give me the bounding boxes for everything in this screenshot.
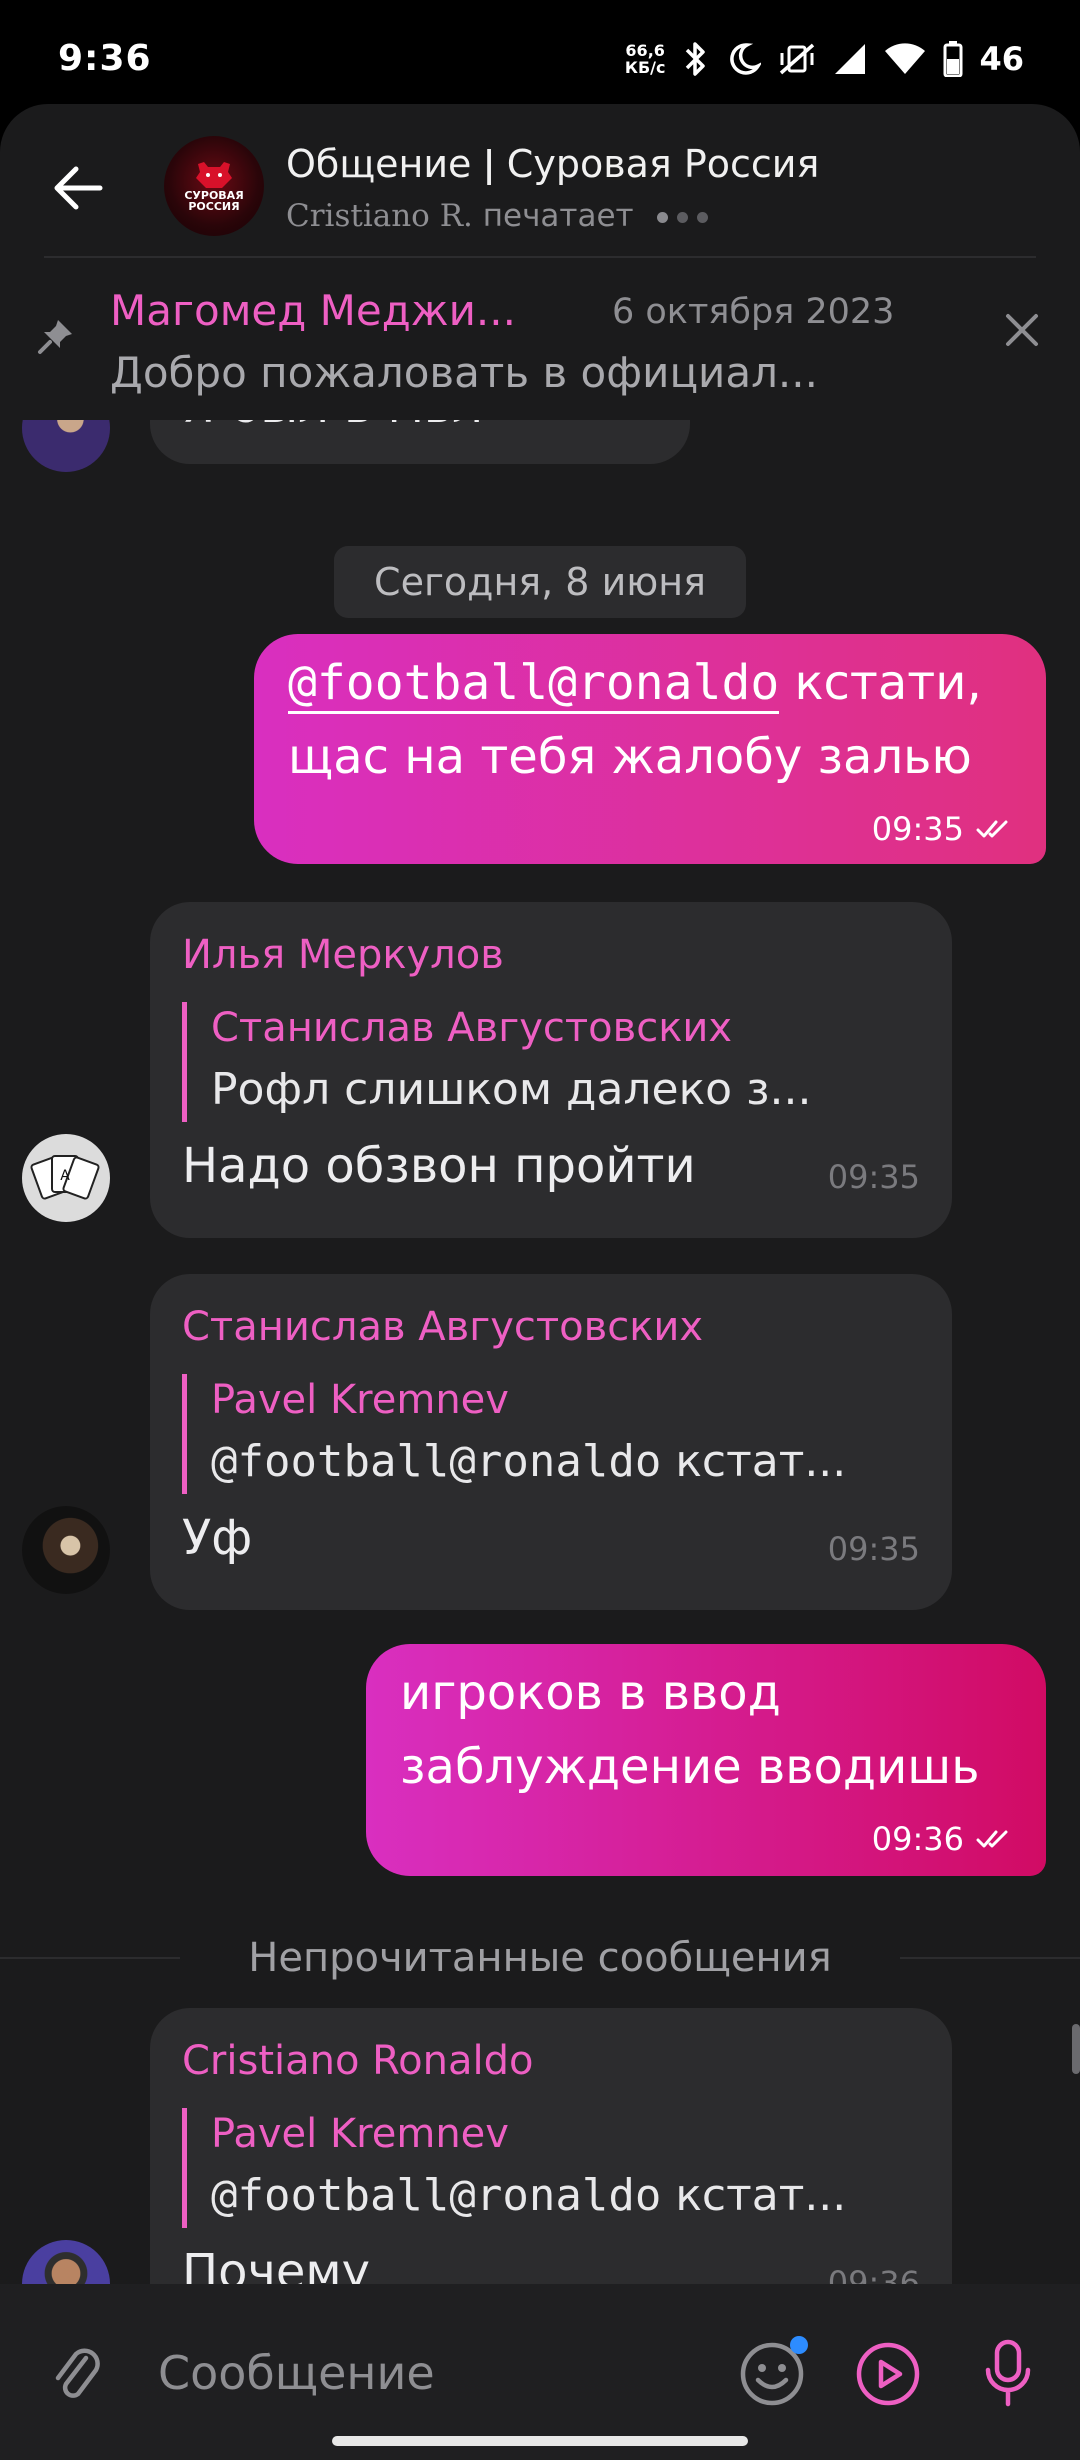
do-not-disturb-moon-icon xyxy=(727,42,762,76)
reply-quote[interactable]: Pavel Kremnev @football@ronaldo кстат... xyxy=(182,1374,922,1494)
message-bubble-partial[interactable]: Я был в мвл xyxy=(150,420,690,464)
message-text: Уф xyxy=(182,1510,253,1566)
reply-quote[interactable]: Станислав Августовских Рофл слишком дале… xyxy=(182,1002,922,1122)
reply-text-rest: кстат... xyxy=(661,2170,847,2221)
message-bubble-incoming[interactable]: Станислав Августовских Pavel Kremnev @fo… xyxy=(150,1274,952,1610)
double-check-icon xyxy=(976,820,1008,838)
reply-author: Станислав Августовских xyxy=(211,1005,733,1051)
typing-dots-icon xyxy=(657,212,709,223)
reply-text: @football@ronaldo кстат... xyxy=(211,2166,922,2226)
typing-status: Cristiano R. печатает xyxy=(286,198,709,234)
unread-divider: Непрочитанные сообщения xyxy=(0,1928,1080,1988)
message-meta: 09:36 xyxy=(872,1820,1012,1858)
typing-user: Cristiano R. xyxy=(286,198,473,234)
video-message-button[interactable] xyxy=(846,2332,930,2416)
avatar[interactable]: A xyxy=(22,1134,110,1222)
mention-link[interactable]: @football@ronaldo xyxy=(288,655,780,714)
bear-logo-icon xyxy=(196,162,232,188)
paperclip-icon xyxy=(55,2348,100,2398)
sender-name[interactable]: Cristiano Ronaldo xyxy=(182,2038,533,2084)
message-bubble-incoming[interactable]: Илья Меркулов Станислав Августовских Роф… xyxy=(150,902,952,1238)
reply-mention: @football@ronaldo xyxy=(211,1436,662,1487)
home-indicator[interactable] xyxy=(332,2436,748,2446)
chat-screen: СУРОВАЯ РОССИЯ Общение ǀ Суровая Россия … xyxy=(0,104,1080,2460)
reply-text: Рофл слишком далеко з... xyxy=(211,1064,812,1115)
emoji-button[interactable] xyxy=(730,2332,814,2416)
network-speed-unit: КБ/с xyxy=(624,58,666,77)
reply-text-rest: кстат... xyxy=(661,1436,847,1487)
reply-author: Pavel Kremnev xyxy=(211,2111,509,2157)
battery-icon xyxy=(943,41,963,77)
message-list[interactable]: Я был в мвл Сегодня, 8 июня @football@ro… xyxy=(0,420,1080,2296)
avatar-logo-line2: РОССИЯ xyxy=(188,200,240,213)
wifi-icon xyxy=(883,42,927,76)
scrollbar-thumb[interactable] xyxy=(1072,2024,1080,2074)
status-time: 9:36 xyxy=(58,38,152,79)
network-speed: 66,6 КБ/с xyxy=(625,42,666,76)
battery-percentage: 46 xyxy=(979,40,1024,78)
pin-icon xyxy=(36,316,76,360)
message-time: 09:35 xyxy=(827,1530,920,1568)
message-input[interactable] xyxy=(158,2328,698,2418)
close-icon xyxy=(1006,314,1038,346)
bluetooth-icon xyxy=(681,41,711,77)
chat-title[interactable]: Общение ǀ Суровая Россия xyxy=(286,142,819,186)
pinned-date: 6 октября 2023 xyxy=(612,292,895,332)
message-bubble-outgoing[interactable]: игроков в ввод заблуждение вводишь 09:36 xyxy=(366,1644,1046,1876)
attach-button[interactable] xyxy=(40,2336,116,2412)
avatar[interactable] xyxy=(22,1506,110,1594)
voice-record-button[interactable] xyxy=(966,2330,1050,2418)
sender-name[interactable]: Станислав Августовских xyxy=(182,1304,703,1350)
message-text-line2: заблуждение вводишь xyxy=(400,1739,980,1795)
arrow-left-icon xyxy=(54,166,103,210)
pinned-author: Магомед Меджи... xyxy=(110,286,516,335)
message-text: Я был в мвл xyxy=(182,420,483,434)
message-meta: 09:35 xyxy=(872,810,1012,848)
message-time: 09:35 xyxy=(871,810,964,848)
svg-text:A: A xyxy=(60,1168,70,1184)
message-text: @football@ronaldo кстати, xyxy=(288,646,982,720)
message-text-line2: щас на тебя жалобу залью xyxy=(288,729,972,785)
status-bar: 9:36 66,6 КБ/с 46 xyxy=(0,0,1080,110)
reply-text: @football@ronaldo кстат... xyxy=(211,1432,922,1492)
chat-avatar[interactable]: СУРОВАЯ РОССИЯ xyxy=(164,136,264,236)
sender-name[interactable]: Илья Меркулов xyxy=(182,932,504,978)
reply-author: Pavel Kremnev xyxy=(211,1377,509,1423)
pinned-text: Добро пожаловать в официал... xyxy=(110,348,818,397)
avatar[interactable] xyxy=(22,420,110,472)
message-text-rest: кстати, xyxy=(779,655,982,711)
vibrate-off-icon xyxy=(777,41,817,77)
playing-cards-icon: A xyxy=(30,1155,100,1200)
header-divider xyxy=(44,256,1036,258)
message-bubble-incoming[interactable]: Cristiano Ronaldo Pavel Kremnev @footbal… xyxy=(150,2008,952,2296)
chat-header: СУРОВАЯ РОССИЯ Общение ǀ Суровая Россия … xyxy=(0,104,1080,254)
message-composer xyxy=(0,2284,1080,2460)
status-icons: 66,6 КБ/с 46 xyxy=(625,40,1024,78)
typing-label: печатает xyxy=(482,198,634,234)
message-time: 09:36 xyxy=(871,1820,964,1858)
message-text-line1: игроков в ввод xyxy=(400,1665,781,1721)
pinned-message[interactable]: Магомед Меджи... 6 октября 2023 Добро по… xyxy=(0,260,1080,420)
divider-line-right xyxy=(900,1957,1080,1959)
notification-dot xyxy=(790,2336,808,2354)
reply-mention: @football@ronaldo xyxy=(211,2170,662,2221)
microphone-icon xyxy=(985,2339,1031,2407)
double-check-icon xyxy=(976,1830,1008,1848)
reply-quote[interactable]: Pavel Kremnev @football@ronaldo кстат... xyxy=(182,2108,922,2228)
message-bubble-outgoing[interactable]: @football@ronaldo кстати, щас на тебя жа… xyxy=(254,634,1046,864)
close-pinned-button[interactable] xyxy=(990,298,1054,362)
back-button[interactable] xyxy=(40,150,116,226)
cellular-signal-icon xyxy=(833,42,867,76)
network-speed-value: 66,6 xyxy=(625,41,665,60)
date-separator: Сегодня, 8 июня xyxy=(334,546,746,618)
play-circle-icon xyxy=(856,2342,920,2406)
message-text: Надо обзвон пройти xyxy=(182,1138,696,1194)
message-time: 09:35 xyxy=(827,1158,920,1196)
